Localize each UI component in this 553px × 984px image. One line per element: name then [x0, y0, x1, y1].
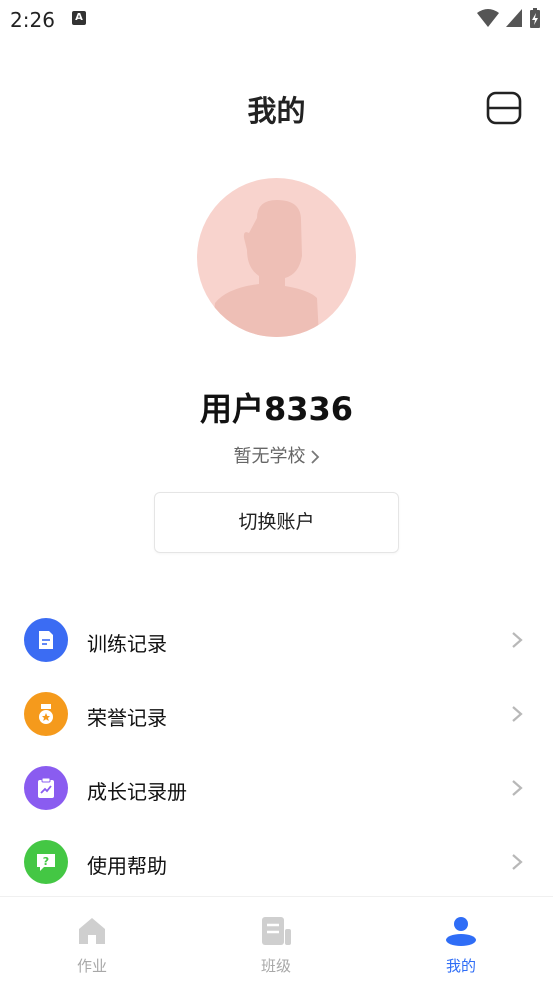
help-chat-icon: ? [24, 840, 68, 884]
menu-item-training-records[interactable]: 训练记录 [0, 604, 553, 678]
scan-button[interactable] [486, 90, 522, 126]
scan-icon [486, 91, 522, 125]
svg-text:?: ? [43, 855, 49, 868]
status-bar: 2:26 A [0, 0, 553, 40]
clipboard-chart-icon [24, 766, 68, 810]
nav-label: 班级 [260, 957, 291, 975]
bottom-nav: 作业 班级 我的 [0, 896, 553, 984]
status-time: 2:26 [10, 8, 55, 32]
wifi-icon [477, 9, 499, 27]
home-icon [79, 918, 105, 944]
battery-icon [530, 8, 540, 28]
chevron-right-icon [512, 632, 523, 648]
menu-item-growth-records[interactable]: 成长记录册 [0, 752, 553, 826]
document-icon [24, 618, 68, 662]
school-label: 暂无学校 [233, 446, 306, 467]
menu-item-label: 使用帮助 [87, 854, 167, 878]
nav-item-homework[interactable]: 作业 [0, 897, 184, 984]
notification-badge: A [72, 11, 86, 25]
class-icon [262, 917, 291, 945]
menu-item-label: 荣誉记录 [87, 706, 167, 730]
menu-item-honor-records[interactable]: 荣誉记录 [0, 678, 553, 752]
menu-item-label: 训练记录 [87, 632, 167, 656]
nav-item-mine[interactable]: 我的 [369, 897, 553, 984]
user-icon [446, 917, 476, 946]
username: 用户8336 [199, 390, 354, 428]
school-link[interactable]: 暂无学校 [0, 442, 553, 468]
chevron-right-icon [512, 706, 523, 722]
chevron-right-icon [310, 450, 319, 464]
menu-item-label: 成长记录册 [87, 780, 187, 804]
switch-account-button[interactable]: 切换账户 [154, 492, 399, 553]
chevron-right-icon [512, 780, 523, 796]
status-icons [477, 7, 541, 29]
nav-item-class[interactable]: 班级 [184, 897, 368, 984]
nav-label: 我的 [445, 957, 476, 975]
chevron-right-icon [512, 854, 523, 870]
page-title: 我的 [247, 94, 306, 128]
nav-label: 作业 [76, 957, 107, 975]
signal-icon [506, 9, 522, 27]
avatar[interactable] [197, 178, 356, 337]
medal-icon [24, 692, 68, 736]
default-avatar-icon [211, 200, 319, 337]
menu-item-help[interactable]: ? 使用帮助 [0, 826, 553, 900]
